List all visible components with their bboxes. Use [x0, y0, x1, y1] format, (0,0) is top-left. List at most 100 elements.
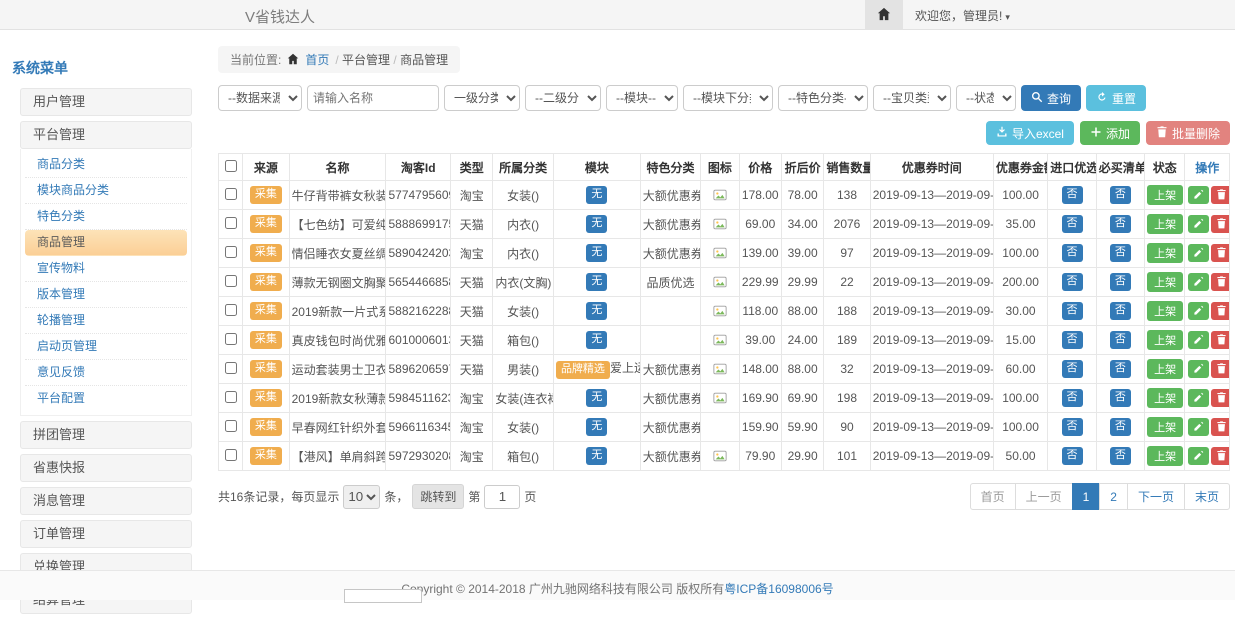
row-checkbox[interactable]	[225, 304, 237, 316]
page-button-1[interactable]: 1	[1072, 483, 1101, 510]
edit-button[interactable]	[1188, 302, 1209, 320]
must-buy-toggle[interactable]: 否	[1110, 302, 1131, 319]
page-button-上一页[interactable]: 上一页	[1015, 483, 1073, 510]
sidebar-group-平台管理[interactable]: 平台管理	[20, 121, 192, 149]
sidebar-item-轮播管理[interactable]: 轮播管理	[25, 308, 187, 334]
imported-toggle[interactable]: 否	[1062, 418, 1083, 435]
filter-select-一级分类[interactable]: 一级分类	[444, 85, 520, 111]
sidebar-item-宣传物料[interactable]: 宣传物料	[25, 256, 187, 282]
filter-select-二级分类[interactable]: --二级分类--	[525, 85, 601, 111]
breadcrumb-home-link[interactable]: 首页	[305, 51, 329, 68]
edit-button[interactable]	[1188, 331, 1209, 349]
delete-button[interactable]	[1211, 215, 1229, 233]
imported-toggle[interactable]: 否	[1062, 186, 1083, 203]
edit-button[interactable]	[1188, 215, 1209, 233]
sidebar-item-模块商品分类[interactable]: 模块商品分类	[25, 178, 187, 204]
sidebar-group-消息管理[interactable]: 消息管理	[20, 487, 192, 515]
page-button-首页[interactable]: 首页	[970, 483, 1016, 510]
status-button[interactable]: 上架	[1147, 214, 1183, 234]
filter-select-特色分类[interactable]: --特色分类--	[778, 85, 868, 111]
page-button-下一页[interactable]: 下一页	[1127, 483, 1185, 510]
status-button[interactable]: 上架	[1147, 330, 1183, 350]
edit-button[interactable]	[1188, 244, 1209, 262]
row-checkbox[interactable]	[225, 391, 237, 403]
status-button[interactable]: 上架	[1147, 272, 1183, 292]
edit-button[interactable]	[1188, 273, 1209, 291]
row-checkbox[interactable]	[225, 333, 237, 345]
name-search-input[interactable]	[307, 85, 439, 111]
must-buy-toggle[interactable]: 否	[1110, 418, 1131, 435]
delete-button[interactable]	[1211, 447, 1229, 465]
status-button[interactable]: 上架	[1147, 388, 1183, 408]
filter-select-数据来源[interactable]: --数据来源--	[218, 85, 302, 111]
status-button[interactable]: 上架	[1147, 446, 1183, 466]
imported-toggle[interactable]: 否	[1062, 331, 1083, 348]
must-buy-toggle[interactable]: 否	[1110, 447, 1131, 464]
sidebar-item-商品管理[interactable]: 商品管理	[25, 230, 187, 256]
imported-toggle[interactable]: 否	[1062, 360, 1083, 377]
must-buy-toggle[interactable]: 否	[1110, 186, 1131, 203]
edit-button[interactable]	[1188, 186, 1209, 204]
delete-button[interactable]	[1211, 244, 1229, 262]
delete-button[interactable]	[1211, 389, 1229, 407]
delete-button[interactable]	[1211, 418, 1229, 436]
sidebar-item-意见反馈[interactable]: 意见反馈	[25, 360, 187, 386]
sidebar-group-用户管理[interactable]: 用户管理	[20, 88, 192, 116]
delete-button[interactable]	[1211, 273, 1229, 291]
must-buy-toggle[interactable]: 否	[1110, 389, 1131, 406]
search-button[interactable]: 查询	[1021, 85, 1081, 111]
batch-delete-button[interactable]: 批量删除	[1146, 121, 1230, 145]
delete-button[interactable]	[1211, 360, 1229, 378]
must-buy-toggle[interactable]: 否	[1110, 244, 1131, 261]
user-menu[interactable]: 欢迎您，管理员!▾	[903, 7, 1022, 24]
select-all-checkbox[interactable]	[225, 160, 237, 172]
filter-select-模块[interactable]: --模块--	[606, 85, 678, 111]
row-checkbox[interactable]	[225, 420, 237, 432]
page-number-input[interactable]	[484, 485, 520, 509]
status-button[interactable]: 上架	[1147, 417, 1183, 437]
edit-button[interactable]	[1188, 389, 1209, 407]
imported-toggle[interactable]: 否	[1062, 389, 1083, 406]
filter-select-模块下分类[interactable]: --模块下分类--	[683, 85, 773, 111]
must-buy-toggle[interactable]: 否	[1110, 331, 1131, 348]
row-checkbox[interactable]	[225, 275, 237, 287]
status-button[interactable]: 上架	[1147, 301, 1183, 321]
imported-toggle[interactable]: 否	[1062, 215, 1083, 232]
delete-button[interactable]	[1211, 331, 1229, 349]
sidebar-item-启动页管理[interactable]: 启动页管理	[25, 334, 187, 360]
sidebar-item-商品分类[interactable]: 商品分类	[25, 152, 187, 178]
imported-toggle[interactable]: 否	[1062, 302, 1083, 319]
edit-button[interactable]	[1188, 447, 1209, 465]
page-button-2[interactable]: 2	[1099, 483, 1128, 510]
import-excel-button[interactable]: 导入excel	[986, 121, 1074, 145]
row-checkbox[interactable]	[225, 449, 237, 461]
sidebar-item-版本管理[interactable]: 版本管理	[25, 282, 187, 308]
sidebar-group-拼团管理[interactable]: 拼团管理	[20, 421, 192, 449]
per-page-select[interactable]: 10	[343, 485, 380, 509]
must-buy-toggle[interactable]: 否	[1110, 360, 1131, 377]
must-buy-toggle[interactable]: 否	[1110, 215, 1131, 232]
filter-select-宝贝类型[interactable]: --宝贝类型--	[873, 85, 951, 111]
delete-button[interactable]	[1211, 186, 1229, 204]
sidebar-item-特色分类[interactable]: 特色分类	[25, 204, 187, 230]
imported-toggle[interactable]: 否	[1062, 244, 1083, 261]
status-button[interactable]: 上架	[1147, 359, 1183, 379]
sidebar-item-平台配置[interactable]: 平台配置	[25, 386, 187, 412]
delete-button[interactable]	[1211, 302, 1229, 320]
add-button[interactable]: 添加	[1080, 121, 1140, 145]
imported-toggle[interactable]: 否	[1062, 447, 1083, 464]
row-checkbox[interactable]	[225, 362, 237, 374]
jump-button[interactable]: 跳转到	[412, 484, 464, 509]
row-checkbox[interactable]	[225, 217, 237, 229]
sidebar-group-省惠快报[interactable]: 省惠快报	[20, 454, 192, 482]
reset-button[interactable]: 重置	[1086, 85, 1146, 111]
edit-button[interactable]	[1188, 360, 1209, 378]
home-button[interactable]	[865, 0, 903, 30]
status-button[interactable]: 上架	[1147, 185, 1183, 205]
sidebar-group-订单管理[interactable]: 订单管理	[20, 520, 192, 548]
page-button-末页[interactable]: 末页	[1184, 483, 1230, 510]
status-button[interactable]: 上架	[1147, 243, 1183, 263]
filter-select-状态[interactable]: --状态--	[956, 85, 1016, 111]
icp-link[interactable]: 粤ICP备16098006号	[724, 582, 833, 596]
must-buy-toggle[interactable]: 否	[1110, 273, 1131, 290]
